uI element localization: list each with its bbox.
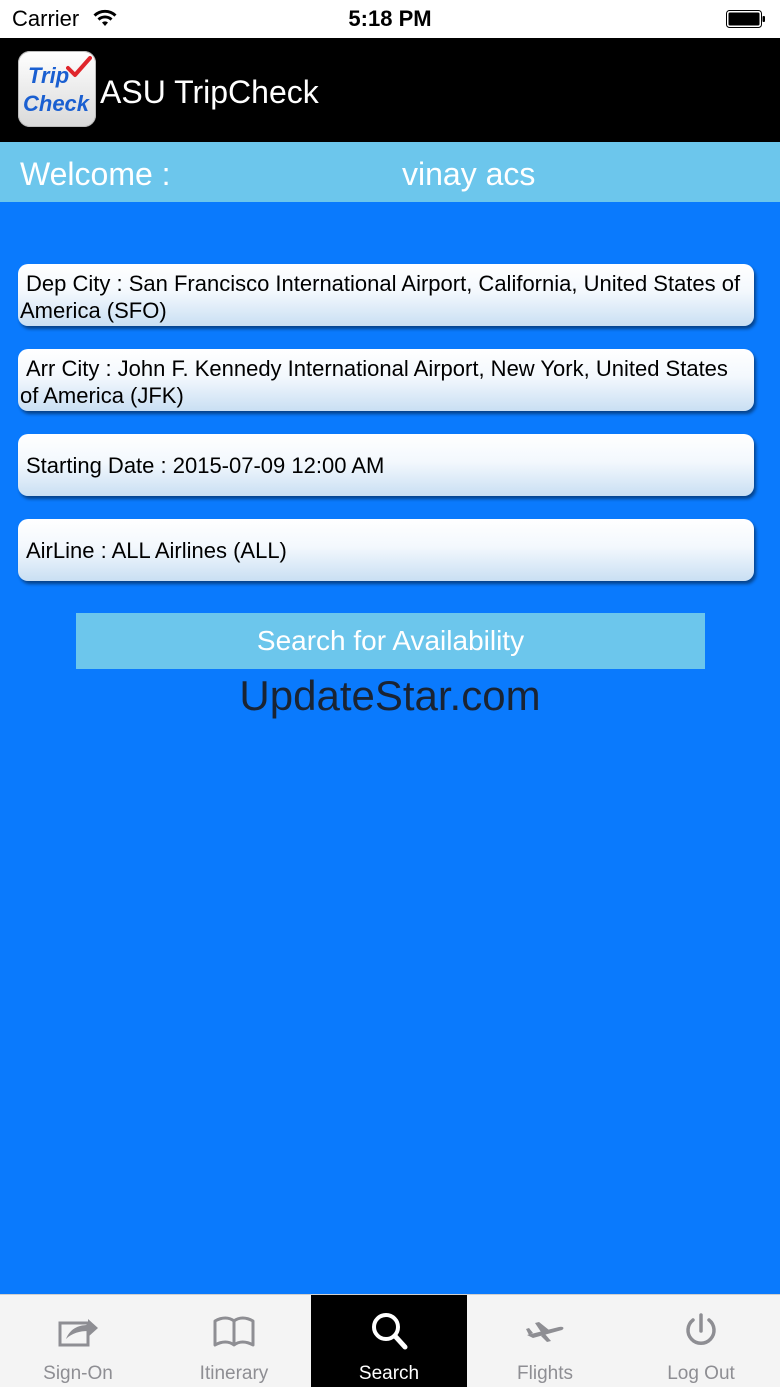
tab-flights[interactable]: Flights [467, 1295, 623, 1387]
watermark: UpdateStar.com [239, 672, 541, 719]
app-logo: Trip Check [18, 51, 96, 127]
welcome-label: Welcome : [20, 156, 171, 192]
tab-search[interactable]: Search [311, 1295, 467, 1387]
airplane-icon [526, 1322, 564, 1342]
app-header: Trip Check ASU TripCheck [0, 38, 780, 142]
share-icon [58, 1319, 98, 1347]
search-icon [372, 1313, 408, 1350]
tab-log-out-label: Log Out [667, 1363, 735, 1384]
search-availability-button[interactable]: Search for Availability [76, 613, 705, 669]
tab-itinerary[interactable]: Itinerary [156, 1295, 312, 1387]
airline-field[interactable]: AirLine : ALL Airlines (ALL) [18, 519, 754, 581]
app-title: ASU TripCheck [100, 74, 319, 110]
logo-text-trip: Trip [28, 63, 70, 88]
battery-icon [726, 10, 765, 28]
airline-value: AirLine : ALL Airlines (ALL) [26, 538, 287, 563]
arrival-city-value: Arr City : John F. Kennedy International… [20, 356, 728, 408]
power-icon [686, 1313, 716, 1345]
departure-city-value: Dep City : San Francisco International A… [20, 271, 741, 323]
starting-date-field[interactable]: Starting Date : 2015-07-09 12:00 AM [18, 434, 754, 496]
status-bar: Carrier 5:18 PM [0, 0, 780, 38]
welcome-bar: Welcome : vinay acs [0, 142, 780, 202]
book-icon [213, 1316, 255, 1347]
tab-itinerary-label: Itinerary [199, 1363, 269, 1384]
tab-sign-on[interactable]: Sign-On [0, 1295, 156, 1387]
welcome-username: vinay acs [402, 156, 536, 192]
starting-date-value: Starting Date : 2015-07-09 12:00 AM [26, 453, 385, 478]
logo-text-check: Check [23, 91, 90, 116]
clock: 5:18 PM [348, 6, 432, 31]
tab-sign-on-label: Sign-On [43, 1363, 113, 1384]
checkmark-icon [66, 56, 92, 77]
tab-search-label: Search [358, 1363, 420, 1384]
departure-city-field[interactable]: Dep City : San Francisco International A… [18, 264, 754, 326]
arrival-city-field[interactable]: Arr City : John F. Kennedy International… [18, 349, 754, 411]
tab-flights-label: Flights [517, 1363, 573, 1384]
tab-log-out[interactable]: Log Out [623, 1295, 780, 1387]
tab-bar: Sign-On Itinerary Search Flights Log Out [0, 1294, 780, 1387]
